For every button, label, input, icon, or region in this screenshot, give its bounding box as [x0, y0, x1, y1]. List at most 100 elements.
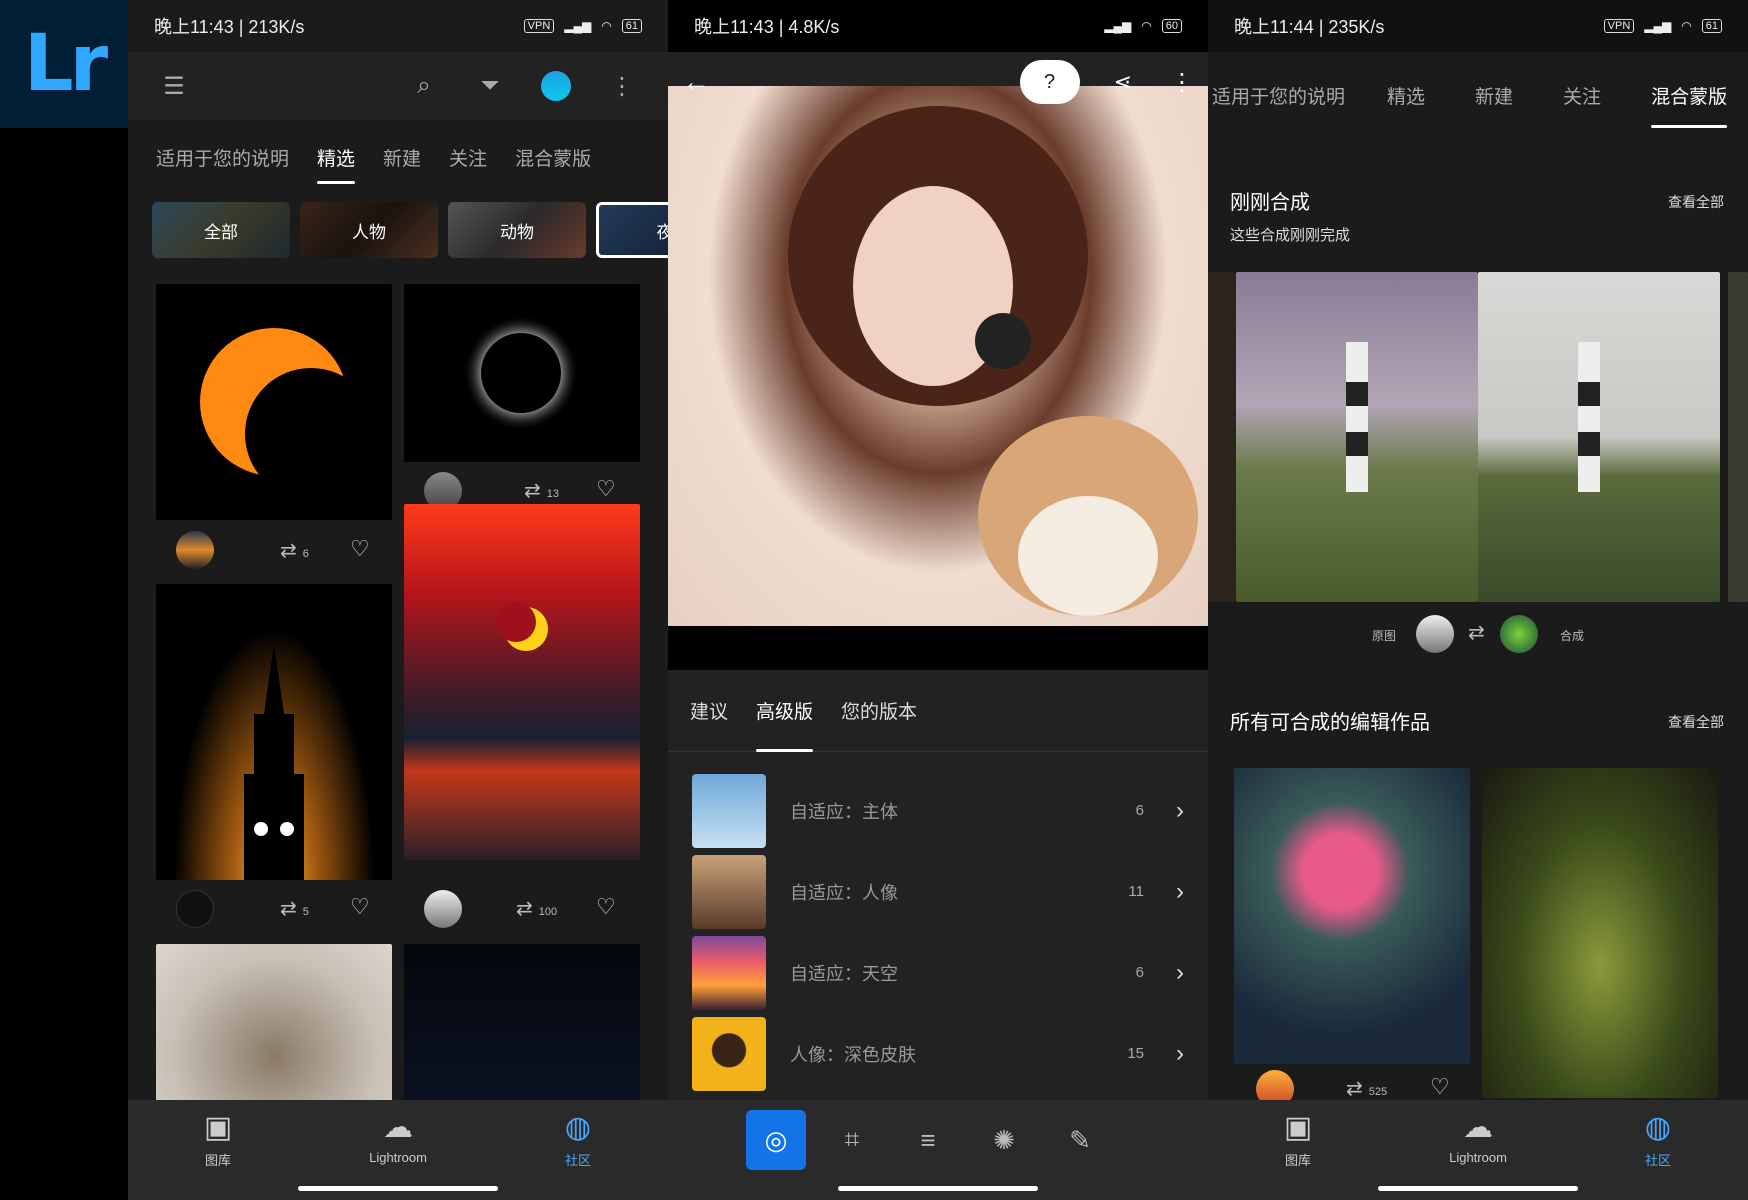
photo-card-owl[interactable] — [156, 944, 392, 1104]
status-time: 晚上11:43 | 4.8K/s — [694, 17, 840, 37]
avatar[interactable] — [424, 890, 462, 928]
tab-remix[interactable]: 混合蒙版 — [501, 120, 605, 194]
avatar[interactable] — [176, 890, 214, 928]
arrow-left-icon[interactable]: ← — [682, 66, 710, 98]
tab-for-you[interactable]: 适用于您的说明 — [1208, 52, 1359, 138]
filter-icon[interactable]: ⏷ — [468, 64, 512, 108]
tab-premium[interactable]: 高级版 — [742, 670, 827, 752]
globe-icon: ◍ — [564, 1111, 592, 1144]
photo-card-eclipse-total[interactable] — [404, 284, 640, 462]
remix-count[interactable]: ⇄ 525 — [1346, 1076, 1387, 1101]
see-all-link[interactable]: 查看全部 — [1668, 192, 1724, 212]
heart-icon[interactable]: ♡ — [596, 894, 616, 920]
photo-card-snowdrops[interactable] — [1482, 768, 1718, 1098]
photo-card-red-sunset[interactable] — [404, 504, 640, 860]
chip-people[interactable]: 人物 — [300, 202, 438, 258]
cloud-photo-icon: ☁ — [383, 1111, 413, 1144]
edit-toolbar: ◎ ⌗ ≡ ✺ ✎ — [668, 1100, 1208, 1200]
nav-library[interactable]: ▣ 图库 — [1238, 1112, 1358, 1169]
nav-lightroom[interactable]: ☁ Lightroom — [338, 1111, 458, 1166]
wifi-icon: ◠ — [601, 19, 612, 33]
healing-icon[interactable]: ✎ — [1050, 1110, 1110, 1170]
more-vertical-icon[interactable]: ⋮ — [1170, 68, 1194, 97]
list-item[interactable]: 自适应：主体 6 › — [668, 770, 1208, 851]
see-all-link[interactable]: 查看全部 — [1668, 712, 1724, 732]
help-circle-icon[interactable]: ? — [1019, 60, 1080, 104]
chevron-right-icon: › — [1176, 1039, 1184, 1067]
tab-for-you[interactable]: 适用于您的说明 — [142, 120, 303, 194]
section-title: 刚刚合成 — [1230, 192, 1310, 214]
photo-card-eclipse-crescent[interactable] — [156, 284, 392, 520]
sailboat-thumbnail — [692, 773, 766, 848]
list-item[interactable]: 自适应：天空 6 › — [668, 932, 1208, 1013]
share-icon[interactable]: ⋖ — [1114, 69, 1132, 95]
remix-count[interactable]: ⇄ 5 — [280, 896, 309, 921]
library-icon: ▣ — [1283, 1111, 1313, 1144]
photo-card-night-city[interactable] — [404, 944, 640, 1104]
crescent-sun-image — [200, 328, 377, 500]
original-photo[interactable] — [1236, 272, 1478, 602]
total-eclipse-image — [463, 315, 579, 431]
preset-count: 11 — [1128, 883, 1144, 900]
tab-following[interactable]: 关注 — [1549, 52, 1615, 138]
list-item[interactable]: 自适应：人像 11 › — [668, 851, 1208, 932]
nav-label: 社区 — [1644, 1153, 1671, 1168]
crop-icon[interactable]: ⌗ — [822, 1110, 882, 1170]
heart-icon[interactable]: ♡ — [596, 476, 616, 502]
tab-suggestions[interactable]: 建议 — [676, 670, 742, 752]
feed-tabs: 适用于您的说明 精选 新建 关注 混合蒙版 — [128, 120, 668, 194]
feed-panel: 晚上11:43 | 213K/s VPN ▂▄▆ ◠ 61 ☰ ⌕ ⏷ ⋮ 适用于您的… — [128, 0, 668, 1200]
profile-avatar[interactable] — [534, 64, 578, 108]
search-icon[interactable]: ⌕ — [402, 64, 446, 108]
photo-peek-right — [1728, 272, 1748, 602]
hamburger-icon[interactable]: ☰ — [152, 64, 196, 108]
preset-count: 6 — [1135, 802, 1144, 819]
tab-your-versions[interactable]: 您的版本 — [827, 670, 931, 752]
nav-lightroom[interactable]: ☁ Lightroom — [1418, 1112, 1538, 1166]
tab-following[interactable]: 关注 — [435, 120, 501, 194]
avatar[interactable] — [1500, 615, 1538, 653]
tab-featured[interactable]: 精选 — [303, 120, 369, 194]
list-item[interactable]: 人像：深色皮肤 15 › — [668, 1013, 1208, 1094]
tab-remix[interactable]: 混合蒙版 — [1637, 52, 1741, 138]
more-vertical-icon[interactable]: ⋮ — [600, 64, 644, 108]
original-label: 原图 — [1372, 629, 1397, 643]
chip-all[interactable]: 全部 — [152, 202, 290, 258]
remix-count[interactable]: ⇄ 13 — [524, 478, 559, 503]
chip-night[interactable]: 夜 — [596, 202, 668, 258]
presets-icon[interactable]: ◎ — [746, 1110, 806, 1170]
bottom-nav: ▣ 图库 ☁ Lightroom ◍ 社区 — [128, 1100, 668, 1200]
wifi-icon: ◠ — [1681, 19, 1692, 33]
avatar[interactable] — [1416, 615, 1454, 653]
status-time: 晚上11:44 | 235K/s — [1234, 17, 1385, 37]
tab-new[interactable]: 新建 — [1461, 52, 1527, 138]
sliders-icon[interactable]: ≡ — [898, 1110, 958, 1170]
photo-card-rose[interactable] — [1234, 768, 1470, 1064]
heart-icon[interactable]: ♡ — [350, 536, 370, 562]
heart-icon[interactable]: ♡ — [350, 894, 370, 920]
nav-community[interactable]: ◍ 社区 — [518, 1112, 638, 1169]
avatar[interactable] — [176, 531, 214, 569]
status-bar: 晚上11:44 | 235K/s VPN ▂▄▆ ◠ 61 — [1208, 0, 1748, 52]
nav-label: 图库 — [1284, 1153, 1311, 1168]
vpn-badge: VPN — [1603, 19, 1635, 33]
photo-card-church[interactable] — [156, 584, 392, 880]
chip-animals[interactable]: 动物 — [448, 202, 586, 258]
nav-community[interactable]: ◍ 社区 — [1598, 1112, 1718, 1169]
tab-new[interactable]: 新建 — [369, 120, 435, 194]
nav-label: Lightroom — [1449, 1150, 1507, 1165]
preset-count: 15 — [1127, 1045, 1144, 1062]
battery-level: 61 — [621, 19, 642, 33]
mask-icon[interactable]: ✺ — [974, 1110, 1034, 1170]
heart-icon[interactable]: ♡ — [1430, 1074, 1450, 1100]
feed-tabs: 适用于您的说明 精选 新建 关注 混合蒙版 — [1208, 52, 1748, 138]
tab-featured[interactable]: 精选 — [1373, 52, 1439, 138]
lightroom-logo: Lr — [0, 0, 128, 128]
remix-count[interactable]: ⇄ 6 — [280, 538, 309, 563]
nav-library[interactable]: ▣ 图库 — [158, 1112, 278, 1169]
top-toolbar: ☰ ⌕ ⏷ ⋮ — [128, 52, 668, 120]
remix-count[interactable]: ⇄ 100 — [516, 896, 557, 921]
edit-photo[interactable] — [668, 86, 1208, 626]
bottom-nav: ▣ 图库 ☁ Lightroom ◍ 社区 — [1208, 1100, 1748, 1200]
remix-photo[interactable] — [1478, 272, 1720, 602]
